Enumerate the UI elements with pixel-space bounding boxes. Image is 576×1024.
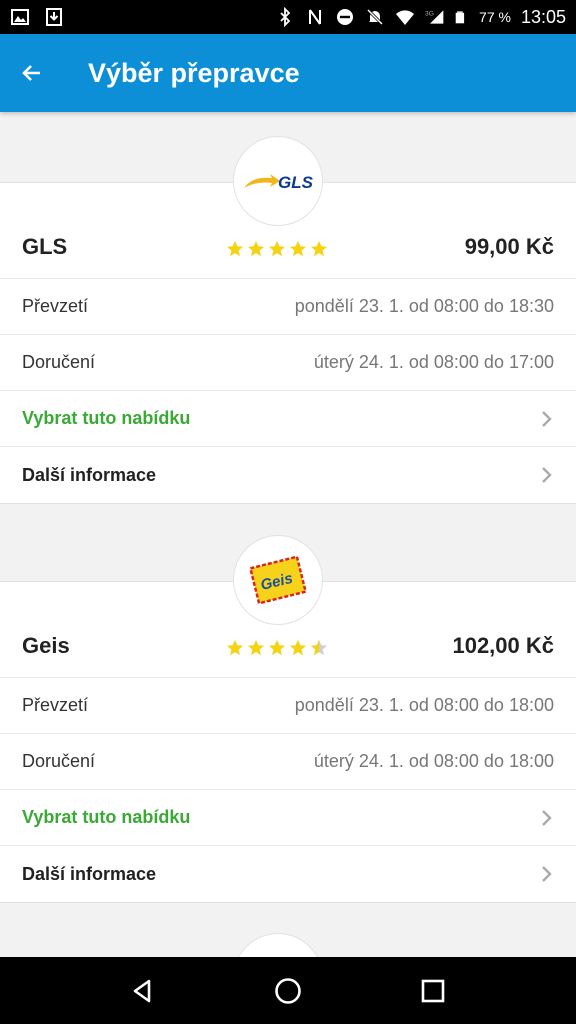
- nav-home-button[interactable]: [268, 971, 308, 1011]
- carrier-list[interactable]: GLS GLS 99,00 Kč Převzetí pondělí 23. 1.…: [0, 112, 576, 957]
- carrier-name: GLS: [22, 234, 68, 259]
- system-nav-bar: [0, 957, 576, 1024]
- cellular-signal-icon: 3G: [425, 10, 444, 24]
- page-title: Výběr přepravce: [88, 57, 300, 88]
- star-half-icon: [310, 639, 328, 656]
- clock: 13:05: [520, 6, 566, 27]
- notifications-off-icon: [366, 8, 384, 26]
- do-not-disturb-icon: [337, 9, 354, 25]
- bluetooth-icon: [280, 7, 291, 27]
- more-info-label: Další informace: [22, 464, 157, 485]
- more-info-button[interactable]: Další informace: [0, 846, 576, 902]
- carrier-card-gls: GLS GLS 99,00 Kč Převzetí pondělí 23. 1.…: [0, 112, 576, 504]
- delivery-label: Doručení: [22, 352, 96, 372]
- star-icon: [247, 639, 265, 656]
- pickup-value: pondělí 23. 1. od 08:00 do 18:30: [294, 296, 554, 316]
- battery-percent: 77 %: [479, 9, 511, 25]
- chevron-right-icon: [542, 866, 552, 882]
- delivery-row: Doručení úterý 24. 1. od 08:00 do 17:00: [0, 335, 576, 391]
- more-info-button[interactable]: Další informace: [0, 447, 576, 503]
- delivery-value: úterý 24. 1. od 08:00 do 17:00: [313, 352, 554, 372]
- chevron-right-icon: [542, 809, 552, 826]
- chevron-right-icon: [542, 410, 552, 427]
- select-offer-label: Vybrat tuto nabídku: [22, 408, 191, 428]
- wifi-icon: [396, 10, 415, 25]
- star-icon: [310, 240, 328, 257]
- select-offer-button[interactable]: Vybrat tuto nabídku: [0, 790, 576, 846]
- star-icon: [247, 240, 265, 257]
- delivery-row: Doručení úterý 24. 1. od 08:00 do 18:00: [0, 734, 576, 790]
- price: 102,00 Kč: [452, 633, 554, 658]
- star-icon: [226, 639, 244, 656]
- battery-icon: [455, 11, 465, 24]
- delivery-value: úterý 24. 1. od 08:00 do 18:00: [313, 751, 554, 771]
- nav-back-button[interactable]: [123, 971, 163, 1011]
- price: 99,00 Kč: [464, 234, 554, 259]
- nav-recents-button[interactable]: [413, 971, 453, 1011]
- star-icon: [268, 240, 286, 257]
- arrow-back-icon: [22, 65, 40, 81]
- star-icon: [289, 639, 307, 656]
- delivery-label: Doručení: [22, 751, 96, 771]
- select-offer-label: Vybrat tuto nabídku: [22, 807, 191, 827]
- image-notification-icon: [11, 9, 29, 25]
- rating-stars: [226, 639, 328, 657]
- star-icon: [289, 240, 307, 257]
- back-button[interactable]: [0, 34, 64, 112]
- carrier-name: Geis: [22, 633, 70, 658]
- download-notification-icon: [46, 8, 62, 26]
- pickup-label: Převzetí: [22, 296, 89, 316]
- triangle-back-icon: [133, 979, 150, 1002]
- pickup-value: pondělí 23. 1. od 08:00 do 18:00: [294, 695, 554, 715]
- carrier-card-geis: Geis Geis 102,00 Kč Převzetí pondělí 23.…: [0, 504, 576, 903]
- more-info-label: Další informace: [22, 863, 157, 884]
- carrier-logo-next: [233, 933, 323, 957]
- pickup-label: Převzetí: [22, 695, 89, 715]
- square-recents-icon: [422, 979, 445, 1002]
- status-bar: 3G 77 % 13:05: [0, 0, 576, 34]
- app-bar: Výběr přepravce: [0, 34, 576, 112]
- rating-stars: [226, 240, 328, 258]
- svg-text:3G: 3G: [425, 10, 434, 17]
- select-offer-button[interactable]: Vybrat tuto nabídku: [0, 391, 576, 447]
- chevron-right-icon: [542, 467, 552, 483]
- circle-home-icon: [275, 977, 301, 1004]
- nfc-icon: [309, 9, 322, 25]
- pickup-row: Převzetí pondělí 23. 1. od 08:00 do 18:3…: [0, 279, 576, 335]
- star-icon: [226, 240, 244, 257]
- pickup-row: Převzetí pondělí 23. 1. od 08:00 do 18:0…: [0, 678, 576, 734]
- star-icon: [268, 639, 286, 656]
